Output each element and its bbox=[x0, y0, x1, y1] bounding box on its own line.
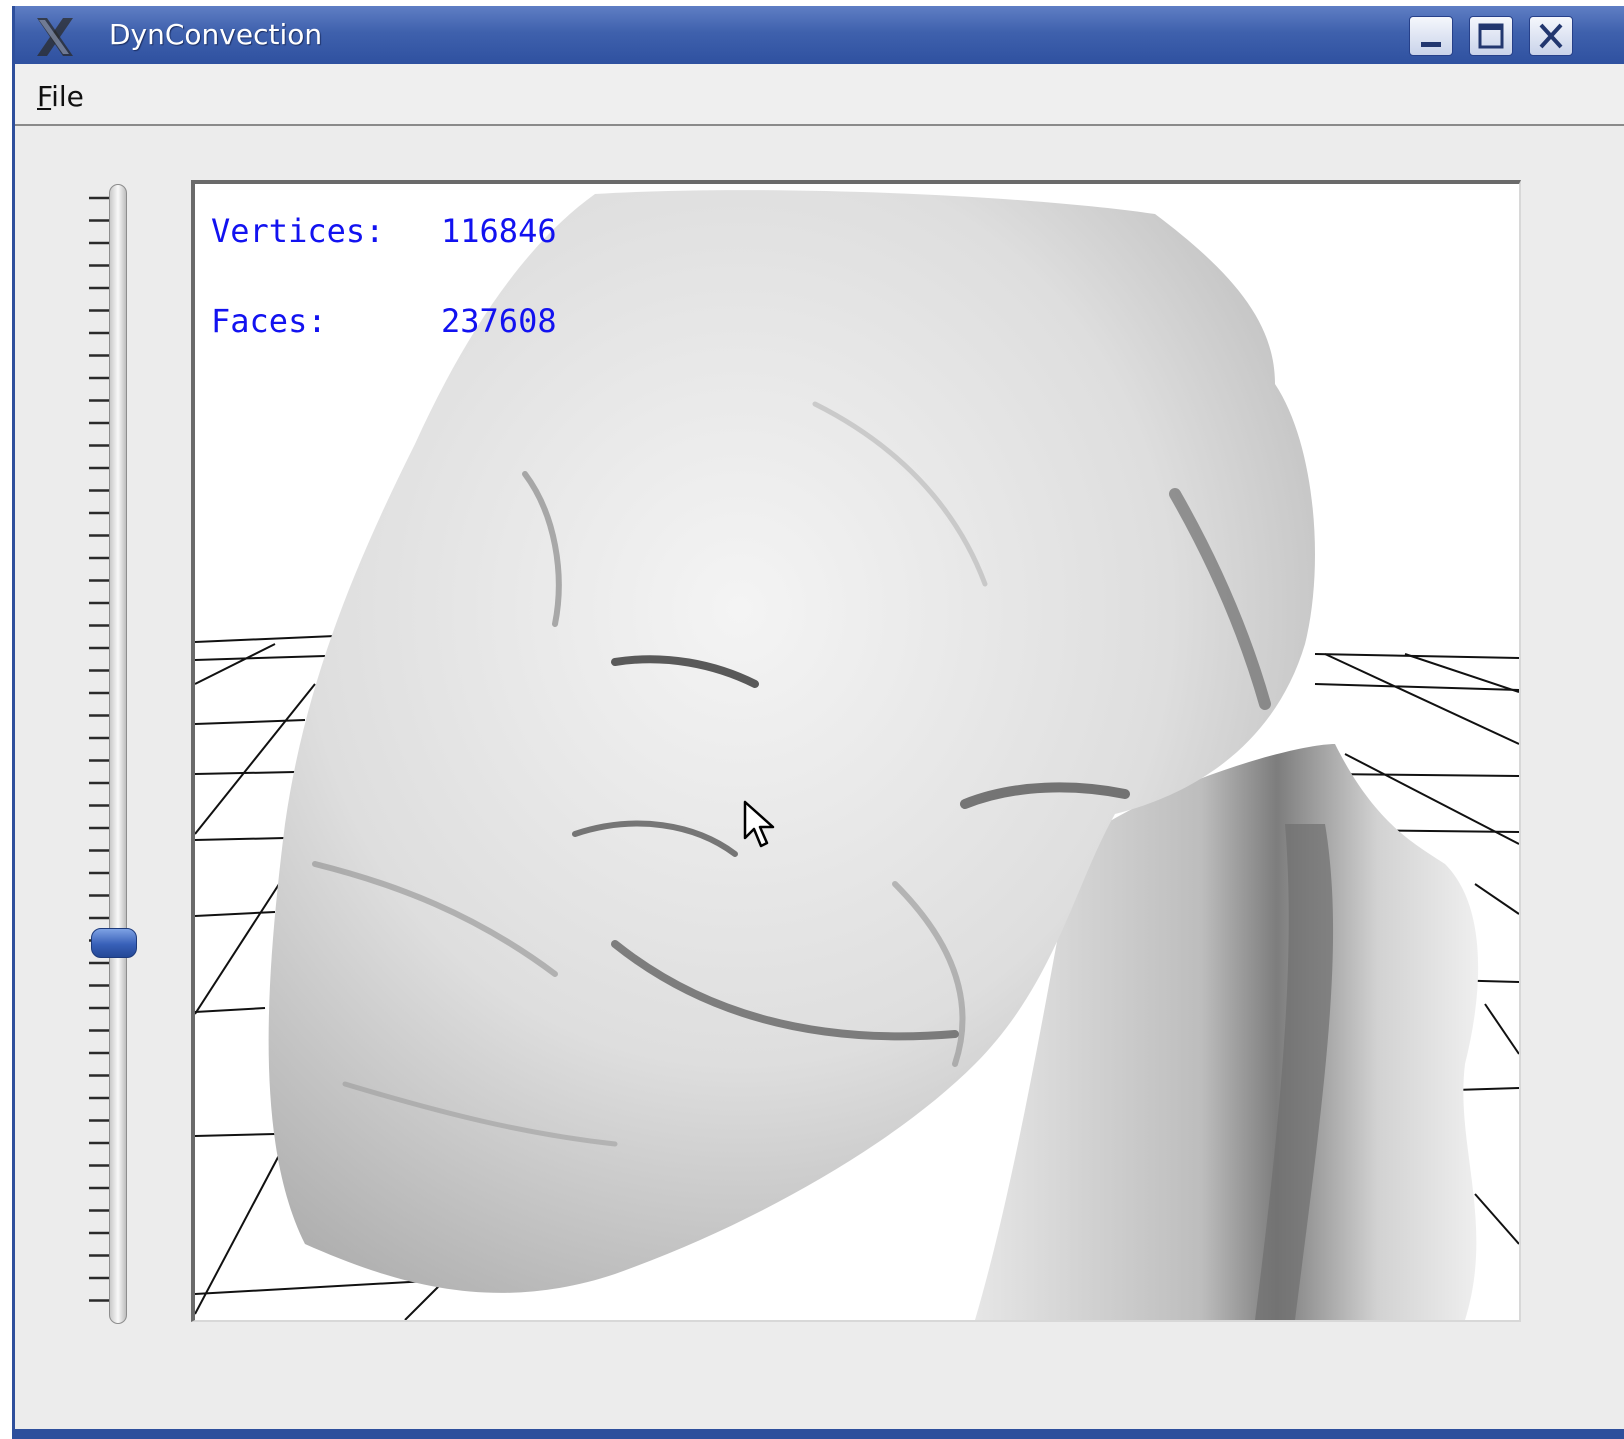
maximize-icon bbox=[1478, 23, 1504, 49]
x-logo-icon[interactable] bbox=[33, 16, 77, 58]
close-icon bbox=[1539, 23, 1563, 49]
gl-viewport[interactable]: Vertices: 116846 Faces: 237608 bbox=[191, 180, 1521, 1322]
faces-value: 237608 bbox=[441, 302, 557, 340]
faces-label: Faces: bbox=[211, 302, 327, 340]
app-window: DynConvection File Vertices: 116846 Face… bbox=[12, 6, 1624, 1439]
slider-ticks bbox=[89, 196, 109, 1302]
slider-handle[interactable] bbox=[91, 928, 137, 958]
vertices-label: Vertices: bbox=[211, 212, 385, 250]
maximize-button[interactable] bbox=[1469, 16, 1513, 56]
menu-file-label: ile bbox=[51, 80, 84, 113]
slider-track[interactable] bbox=[109, 184, 127, 1324]
mesh-scene[interactable] bbox=[195, 184, 1519, 1320]
menu-bar: File bbox=[15, 64, 1624, 126]
window-title: DynConvection bbox=[109, 18, 323, 51]
title-bar[interactable]: DynConvection bbox=[15, 6, 1624, 64]
minimize-button[interactable] bbox=[1409, 16, 1453, 56]
mouse-pointer-icon bbox=[743, 800, 775, 848]
menu-file-mnemonic: F bbox=[37, 80, 52, 113]
faces-readout: Faces: 237608 bbox=[211, 302, 557, 340]
minimize-icon bbox=[1421, 42, 1441, 47]
close-button[interactable] bbox=[1529, 16, 1573, 56]
menu-file[interactable]: File bbox=[31, 78, 90, 115]
vertices-readout: Vertices: 116846 bbox=[211, 212, 557, 250]
vertical-slider[interactable] bbox=[75, 184, 145, 1324]
vertices-value: 116846 bbox=[441, 212, 557, 250]
